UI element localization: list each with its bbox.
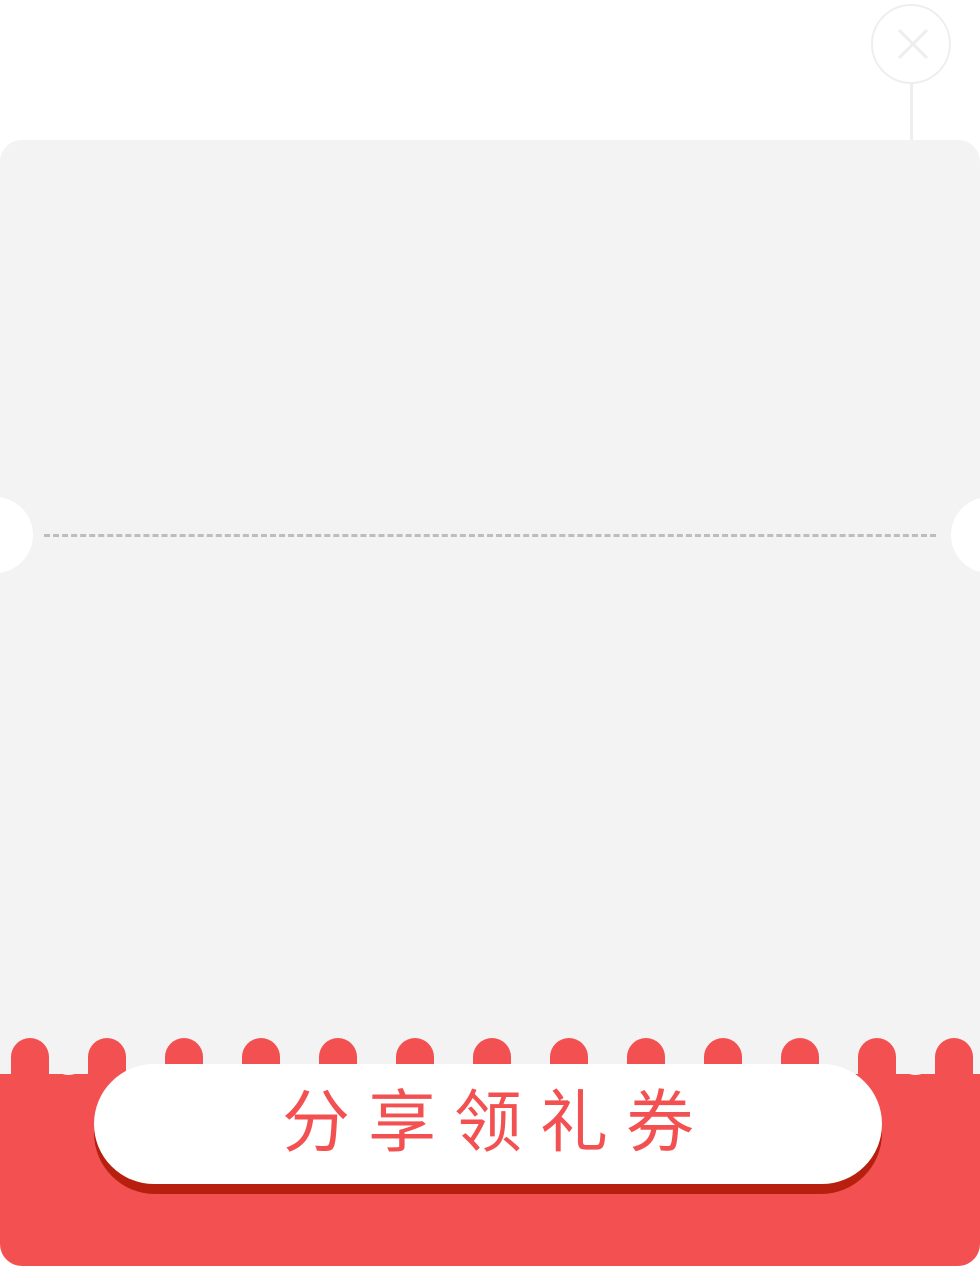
- coupon-content-area: [0, 140, 980, 980]
- share-button-label: 分享领礼券: [281, 1084, 712, 1163]
- coupon-dialog: 分享领礼券: [0, 0, 980, 1270]
- share-button[interactable]: 分享领礼券: [94, 1064, 882, 1184]
- coupon-divider: [44, 534, 936, 537]
- close-icon: [897, 28, 929, 60]
- close-button[interactable]: [871, 4, 951, 84]
- close-button-stem: [910, 84, 913, 142]
